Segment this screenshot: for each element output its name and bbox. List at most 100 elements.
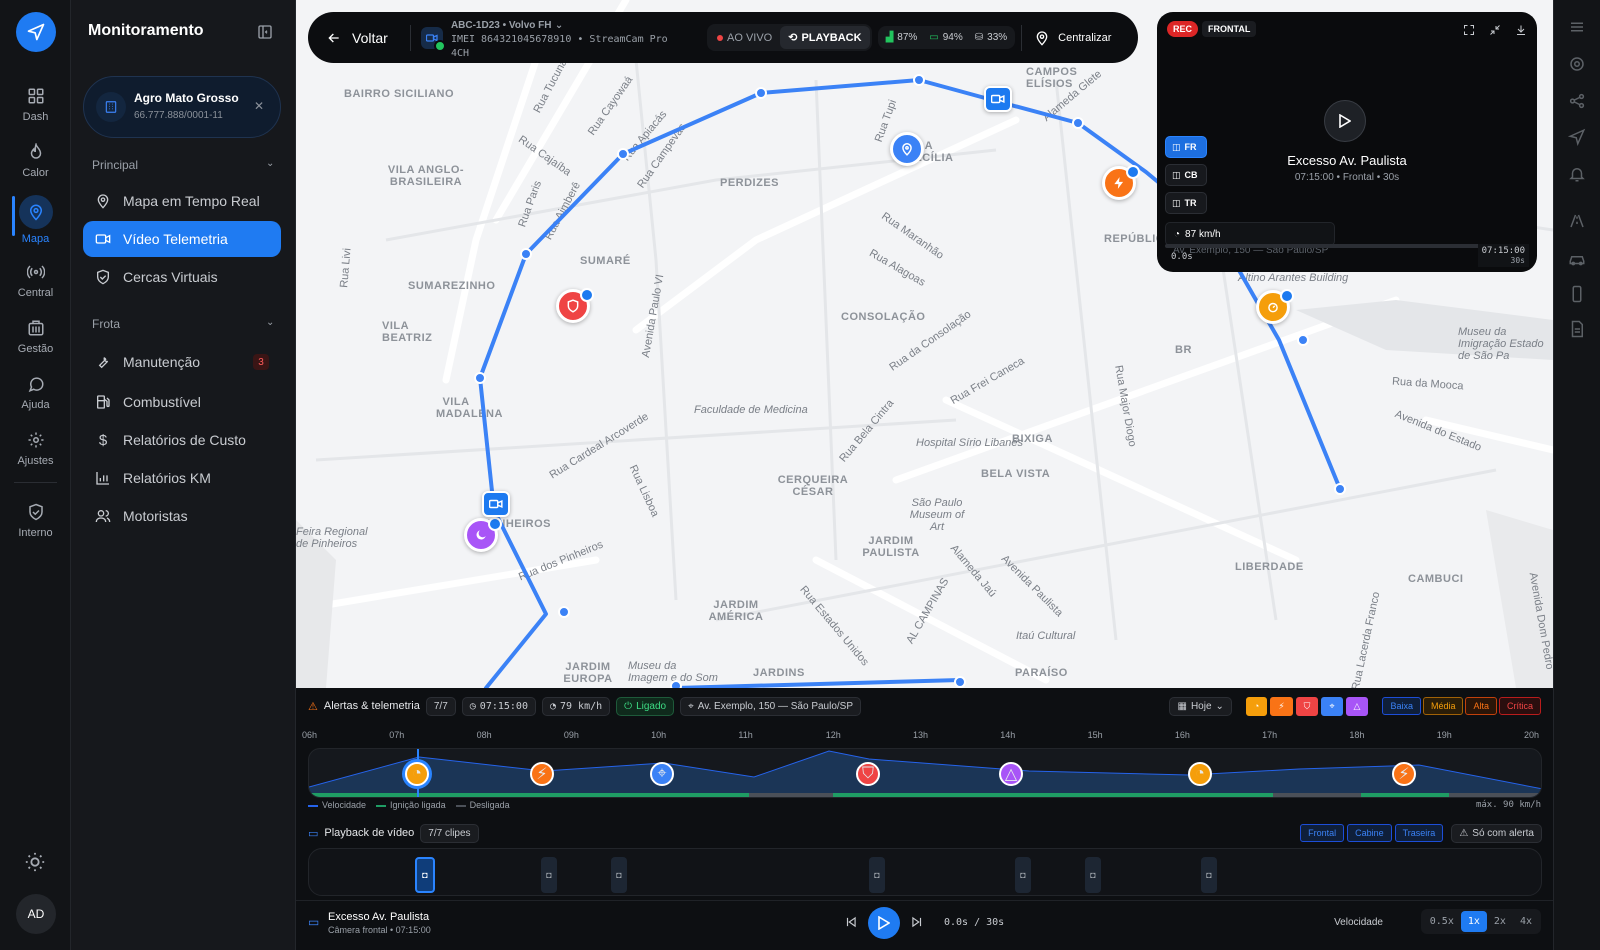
rail-calor[interactable]: Calor (0, 134, 71, 186)
rail-mapa[interactable]: Mapa (0, 190, 71, 250)
center-map-button[interactable]: Centralizar (1022, 30, 1111, 46)
share-icon[interactable] (1568, 92, 1586, 110)
back-button[interactable]: Voltar (308, 30, 410, 46)
building-icon (96, 92, 126, 122)
severity-critica[interactable]: Crítica (1498, 697, 1541, 715)
channel-cb-button[interactable]: ◫ CB (1165, 164, 1207, 186)
nav-video-telemetria[interactable]: Vídeo Telemetria (83, 221, 281, 257)
rate-4x[interactable]: 4x (1513, 911, 1539, 932)
road-icon[interactable] (1568, 212, 1586, 230)
video-clip[interactable]: ◘ (611, 857, 627, 893)
nav-label: Motoristas (123, 508, 188, 524)
event-fatigue-icon[interactable]: △ (999, 762, 1023, 786)
target-icon[interactable] (1568, 55, 1586, 73)
event-pin-icon[interactable]: ⌖ (650, 762, 674, 786)
channel-tr-button[interactable]: ◫ TR (1165, 192, 1207, 214)
only-alert-toggle[interactable]: ⚠ Só com alerta (1451, 823, 1542, 843)
car-icon[interactable] (1568, 250, 1586, 268)
severity-media[interactable]: Média (1422, 697, 1464, 715)
nav-relatorios-km[interactable]: Relatórios KM (83, 460, 281, 496)
camera-frontal-button[interactable]: Frontal (1300, 824, 1345, 842)
chevron-down-icon: ⌄ (266, 158, 275, 169)
day-selector[interactable]: ▦ Hoje ⌄ (1169, 696, 1232, 716)
layers-icon[interactable] (1568, 18, 1586, 36)
live-mode-button[interactable]: AO VIVO (709, 26, 780, 49)
rail-ajustes[interactable]: Ajustes (0, 422, 71, 474)
send-icon[interactable] (1568, 128, 1586, 146)
sun-icon[interactable] (24, 851, 46, 873)
video-clip[interactable]: ◘ (415, 857, 435, 893)
video-progress[interactable] (1165, 244, 1529, 248)
rail-interno[interactable]: Interno (0, 494, 71, 546)
video-clip[interactable]: ◘ (1201, 857, 1217, 893)
rate-1x[interactable]: 1x (1460, 911, 1487, 932)
filter-pin-icon[interactable]: ⌖ (1321, 696, 1343, 716)
camera-marker[interactable] (984, 86, 1012, 112)
nav-cercas-virtuais[interactable]: Cercas Virtuais (83, 259, 281, 295)
play-button[interactable] (1324, 100, 1366, 142)
vehicle-selector[interactable]: ABC-1D23 • Volvo FH ⌄ IMEI 86432104567891… (411, 17, 701, 59)
filter-speed-icon[interactable]: ◔ (1245, 696, 1268, 716)
wrench-icon (95, 354, 111, 370)
nav-rail: Dash Calor Mapa Central Gestão Ajuda Aju… (0, 0, 71, 950)
filter-shield-icon[interactable]: ⛉ (1295, 696, 1319, 716)
skip-forward-icon[interactable] (910, 915, 924, 929)
camera-badge-icon (1126, 165, 1140, 179)
org-selector[interactable]: Agro Mato Grosso 66.777.888/0001-11 ✕ (83, 76, 281, 138)
bell-icon[interactable] (1568, 165, 1586, 183)
play-button[interactable] (868, 907, 900, 939)
video-clip[interactable]: ◘ (1015, 857, 1031, 893)
filter-fatigue-icon[interactable]: △ (1345, 696, 1369, 716)
video-clip[interactable]: ◘ (541, 857, 557, 893)
timestamp-value: 07:15:00 (1481, 246, 1525, 256)
event-shield-icon[interactable]: ⛉ (856, 762, 880, 786)
camera-marker[interactable] (482, 491, 510, 517)
event-speed-icon[interactable]: ◔ (1188, 762, 1212, 786)
close-icon[interactable]: ✕ (254, 99, 264, 113)
minimize-icon[interactable] (1489, 24, 1501, 36)
nav-mapa-tempo-real[interactable]: Mapa em Tempo Real (83, 183, 281, 219)
video-player[interactable]: REC FRONTAL Excesso Av. Paulista 07:15:0… (1157, 12, 1537, 272)
rail-dash[interactable]: Dash (0, 78, 71, 130)
event-harsh-icon[interactable]: ⚡ (530, 762, 554, 786)
nav-manutencao[interactable]: Manutenção 3 (83, 344, 281, 380)
camera-traseira-button[interactable]: Traseira (1394, 824, 1444, 842)
video-clip[interactable]: ◘ (1085, 857, 1101, 893)
nav-motoristas[interactable]: Motoristas (83, 498, 281, 534)
phone-icon[interactable] (1568, 285, 1586, 303)
severity-baixa[interactable]: Baixa (1382, 697, 1421, 715)
playback-mode-button[interactable]: ⟲ PLAYBACK (780, 26, 870, 49)
skip-back-icon[interactable] (844, 915, 858, 929)
locate-icon (1034, 30, 1050, 46)
rate-0-5x[interactable]: 0.5x (1423, 911, 1461, 932)
camera-badge-icon (488, 517, 502, 531)
org-name: Agro Mato Grosso (134, 91, 239, 105)
section-principal[interactable]: Principal ⌄ (92, 158, 274, 172)
document-icon[interactable] (1568, 320, 1586, 338)
channel-fr-button[interactable]: ◫ FR (1165, 136, 1207, 158)
camera-cabine-button[interactable]: Cabine (1347, 824, 1392, 842)
telemetry-track[interactable]: ◔ ⚡ ⌖ ⛉ △ ◔ ⚡ (308, 748, 1542, 798)
collapse-sidebar-icon[interactable] (257, 24, 273, 40)
rail-gestao[interactable]: Gestão (0, 310, 71, 362)
section-frota[interactable]: Frota ⌄ (92, 317, 274, 331)
fullscreen-icon[interactable] (1463, 24, 1475, 36)
rate-2x[interactable]: 2x (1487, 911, 1513, 932)
rail-central[interactable]: Central (0, 254, 71, 306)
severity-alta[interactable]: Alta (1465, 697, 1497, 715)
clips-track[interactable]: ◘ ◘ ◘ ◘ ◘ ◘ ◘ (308, 848, 1542, 896)
nav-relatorios-custo[interactable]: $ Relatórios de Custo (83, 422, 281, 458)
filter-harsh-icon[interactable]: ⚡ (1270, 696, 1293, 716)
route-waypoint-pin[interactable] (890, 132, 924, 166)
event-harsh-icon[interactable]: ⚡ (1392, 762, 1416, 786)
send-icon[interactable] (16, 12, 56, 52)
center-label: Centralizar (1058, 31, 1112, 44)
avatar[interactable]: AD (16, 894, 56, 934)
video-icon (95, 231, 111, 247)
video-clip[interactable]: ◘ (869, 857, 885, 893)
rail-ajuda[interactable]: Ajuda (0, 366, 71, 418)
event-speed-icon[interactable]: ◔ (405, 762, 429, 786)
battery-icon: ▭ (929, 32, 939, 43)
download-icon[interactable] (1515, 24, 1527, 36)
nav-combustivel[interactable]: Combustível (83, 384, 281, 420)
